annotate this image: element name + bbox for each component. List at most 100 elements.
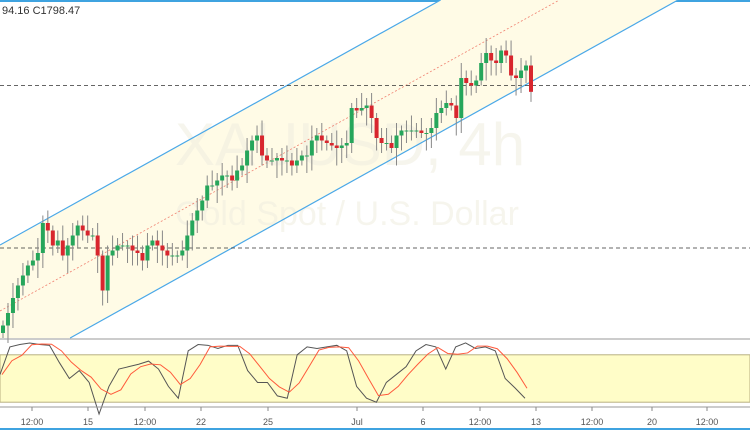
candle-body: [279, 158, 284, 161]
candle-body: [20, 275, 25, 286]
candle-body: [409, 130, 414, 132]
candle-body: [489, 53, 494, 61]
candle-body: [399, 130, 404, 136]
candle-body: [225, 175, 230, 177]
candle-body: [205, 185, 210, 201]
candle-body: [5, 313, 10, 326]
candle-body: [384, 143, 389, 144]
candle-body: [115, 245, 120, 251]
candle-body: [260, 135, 265, 156]
candle-body: [35, 253, 40, 261]
candle-body: [250, 140, 255, 151]
candle-body: [289, 160, 294, 166]
candle-body: [90, 235, 95, 237]
candle-body: [479, 63, 484, 81]
candle-body: [110, 250, 115, 256]
candle-body: [394, 135, 399, 148]
candle-body: [190, 220, 195, 236]
x-tick-label: 25: [263, 417, 273, 427]
candle-body: [145, 245, 150, 261]
candle-body: [469, 83, 474, 86]
candle-body: [444, 103, 449, 108]
candle-body: [324, 140, 329, 143]
x-tick-label: Jul: [351, 417, 363, 427]
x-tick-label: 12:00: [134, 417, 157, 427]
candle-body: [334, 145, 339, 148]
candle-body: [359, 108, 364, 111]
x-tick-label: 20: [647, 417, 657, 427]
candle-body: [294, 160, 299, 166]
candle-body: [344, 143, 349, 146]
candle-body: [165, 250, 170, 256]
candle-body: [105, 255, 110, 291]
x-tick-label: 15: [83, 417, 93, 427]
candle-body: [60, 240, 65, 256]
candle-body: [459, 78, 464, 118]
candle-body: [120, 245, 125, 247]
candle-body: [299, 155, 304, 161]
candle-body: [245, 150, 250, 166]
candle-body: [1, 325, 5, 333]
candle-body: [180, 250, 185, 256]
watermark-name: Gold Spot / U.S. Dollar: [175, 195, 519, 233]
candle-body: [135, 250, 140, 253]
candle-body: [30, 260, 35, 266]
candle-body: [464, 78, 469, 83]
candle-body: [75, 225, 80, 236]
candle-body: [389, 143, 394, 148]
candle-body: [319, 135, 324, 141]
candle-body: [130, 245, 135, 251]
candle-body: [85, 230, 90, 236]
candle-body: [519, 70, 524, 78]
x-tick-label: 12:00: [696, 417, 719, 427]
x-tick-label: 22: [196, 417, 206, 427]
candle-body: [314, 135, 319, 141]
candle-body: [434, 113, 439, 128]
candle-body: [404, 130, 409, 132]
candle-body: [220, 175, 225, 181]
candle-body: [509, 55, 514, 76]
candle-body: [140, 253, 145, 261]
candle-body: [240, 165, 245, 171]
candle-body: [269, 160, 274, 162]
x-tick-label: 12:00: [469, 417, 492, 427]
candle-body: [50, 230, 55, 246]
candle-body: [424, 133, 429, 134]
candle-body: [40, 223, 45, 253]
x-tick-label: 6: [420, 417, 425, 427]
candle-body: [65, 245, 70, 256]
candle-body: [414, 130, 419, 132]
x-tick-label: 12:00: [21, 417, 44, 427]
candle-body: [80, 225, 85, 231]
candle-body: [265, 155, 269, 161]
candle-body: [170, 255, 175, 257]
candle-body: [484, 53, 489, 63]
candle-body: [45, 223, 50, 231]
candle-body: [55, 240, 60, 246]
candle-body: [379, 138, 384, 143]
candle-body: [125, 245, 130, 247]
candle-body: [10, 298, 15, 313]
candle-body: [439, 108, 444, 113]
candle-body: [339, 145, 344, 148]
price-chart[interactable]: XAUUSD, 4h Gold Spot / U.S. Dollar 12:00…: [0, 0, 750, 430]
candle-body: [454, 105, 459, 118]
candle-body: [175, 255, 180, 257]
candle-body: [200, 200, 205, 211]
stoch-band: [0, 354, 750, 403]
candle-body: [195, 210, 200, 221]
candle-body: [494, 60, 499, 63]
candle-body: [349, 108, 354, 143]
candle-body: [210, 185, 215, 187]
candle-body: [524, 65, 529, 71]
candle-body: [155, 240, 160, 246]
candle-body: [419, 130, 424, 133]
candle-body: [235, 170, 240, 181]
candle-body: [100, 255, 105, 291]
candle-body: [329, 143, 334, 146]
time-axis[interactable]: 12:00 15 12:00 22 25 Jul 6 12:00 13 12:00 20 12:00: [21, 407, 719, 427]
candle-body: [215, 180, 220, 186]
candle-body: [230, 175, 235, 181]
candle-body: [514, 75, 519, 78]
candle-body: [504, 50, 509, 56]
